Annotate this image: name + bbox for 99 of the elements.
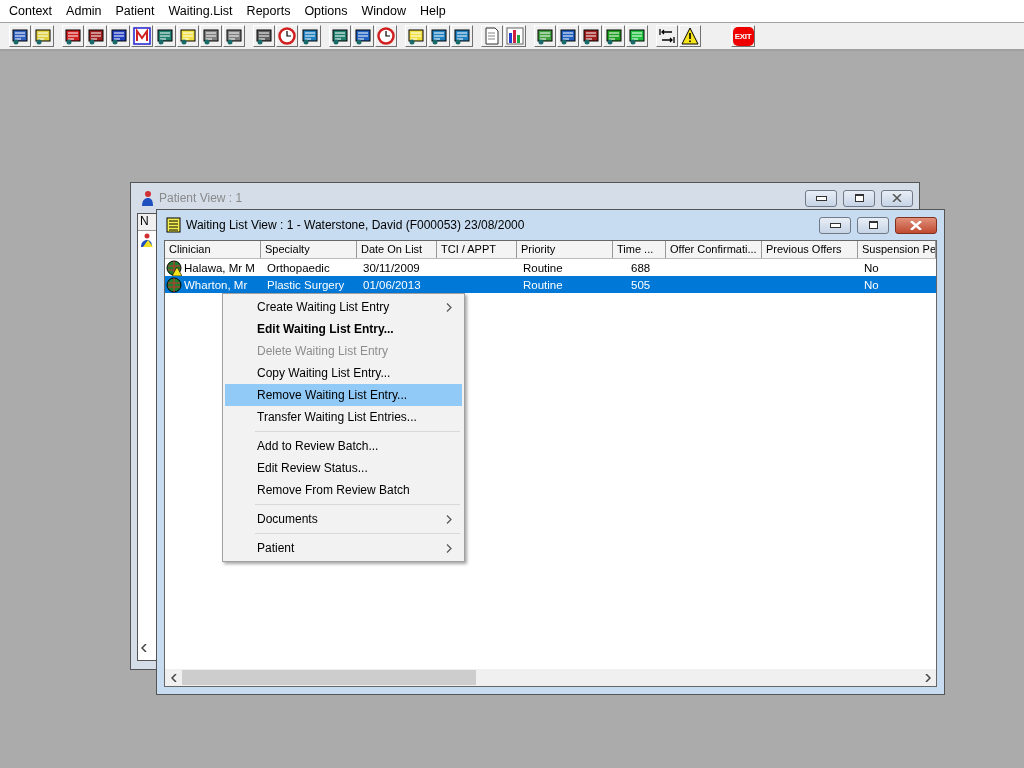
form-icon (407, 27, 425, 45)
form-icon (110, 27, 128, 45)
menu-item[interactable]: Add to Review Batch... (225, 435, 462, 457)
toolbar-button[interactable] (299, 25, 321, 47)
swap-arrows-icon (658, 27, 676, 45)
form-icon (559, 27, 577, 45)
menu-item[interactable]: Copy Waiting List Entry... (225, 362, 462, 384)
table-cell: 01/06/2013 (363, 278, 421, 291)
table-cell: Plastic Surgery (267, 278, 345, 291)
form-icon (255, 27, 273, 45)
toolbar-button[interactable] (504, 25, 526, 47)
form-icon (202, 27, 220, 45)
column-header[interactable]: Time ... (613, 241, 666, 258)
menu-item[interactable]: Patient (108, 4, 162, 18)
menu-item[interactable]: Reports (239, 4, 298, 18)
table-row[interactable]: Halawa, Mr M Orthopaedic 30/11/2009 Routine 688 No (165, 259, 936, 276)
column-header[interactable]: N (138, 214, 156, 231)
table-cell: No (864, 278, 879, 291)
minimize-button[interactable] (819, 216, 851, 234)
notepad-icon (166, 217, 182, 233)
toolbar-button[interactable] (62, 25, 84, 47)
window-title: Patient View : 1 (159, 191, 243, 205)
document-icon (483, 27, 501, 45)
menu-item[interactable]: Context (2, 4, 60, 18)
clock-icon (377, 27, 395, 45)
menu-item[interactable]: Edit Waiting List Entry... (225, 318, 462, 340)
toolbar-button[interactable] (177, 25, 199, 47)
menu-item[interactable]: Patient (225, 537, 462, 559)
clock-icon (278, 27, 296, 45)
letter-m-icon (133, 27, 151, 45)
toolbar-button[interactable] (223, 25, 245, 47)
column-header[interactable]: Offer Confirmati... (666, 241, 762, 258)
menu-item[interactable]: Remove Waiting List Entry... (225, 384, 462, 406)
close-icon (910, 220, 922, 230)
form-icon (331, 27, 349, 45)
toolbar-button[interactable] (603, 25, 625, 47)
toolbar-button[interactable] (253, 25, 275, 47)
maximize-button[interactable] (843, 189, 875, 207)
column-header[interactable]: Specialty (261, 241, 357, 258)
menu-item[interactable]: Admin (59, 4, 109, 18)
form-icon (301, 27, 319, 45)
toolbar-button[interactable] (405, 25, 427, 47)
menu-item[interactable]: Waiting.List (161, 4, 240, 18)
table-row[interactable]: Wharton, Mr Plastic Surgery 01/06/2013 Routine 505 No (165, 276, 936, 293)
menu-item[interactable]: Options (297, 4, 355, 18)
maximize-button[interactable] (857, 216, 889, 234)
menu-item[interactable]: Help (412, 4, 453, 18)
table-cell: No (864, 261, 879, 274)
column-header[interactable]: TCI / APPT (437, 241, 517, 258)
minimize-button[interactable] (805, 189, 837, 207)
scrollbar-thumb[interactable] (182, 670, 476, 685)
toolbar-button[interactable] (352, 25, 374, 47)
menu-item[interactable]: Documents (225, 508, 462, 530)
form-icon (628, 27, 646, 45)
chevron-right-icon (924, 673, 931, 682)
scroll-left-button[interactable] (141, 644, 147, 652)
table-cell: Orthopaedic (267, 261, 330, 274)
table-cell: 30/11/2009 (363, 261, 420, 274)
toolbar-button[interactable] (200, 25, 222, 47)
bar-chart-icon (506, 27, 524, 45)
form-icon (179, 27, 197, 45)
exit-button[interactable]: EXIT (731, 25, 755, 47)
table-cell: 505 (631, 278, 651, 291)
table-cell: Wharton, Mr (184, 278, 248, 291)
table-cell: Routine (523, 261, 563, 274)
toolbar-button[interactable] (679, 25, 701, 47)
toolbar-button[interactable] (108, 25, 130, 47)
column-header[interactable]: Date On List (357, 241, 437, 258)
column-header[interactable]: Priority (517, 241, 613, 258)
chevron-left-icon (170, 673, 177, 682)
column-header[interactable]: Clinician (165, 241, 261, 258)
toolbar-button[interactable] (580, 25, 602, 47)
form-icon (582, 27, 600, 45)
table-cell: Halawa, Mr M (184, 261, 255, 274)
table-cell: Routine (523, 278, 563, 291)
close-button[interactable] (895, 216, 937, 234)
menu-item[interactable]: Window (354, 4, 413, 18)
toolbar-button[interactable] (656, 25, 678, 47)
toolbar-button[interactable] (85, 25, 107, 47)
column-header[interactable]: Previous Offers (762, 241, 858, 258)
form-icon (225, 27, 243, 45)
toolbar-button[interactable] (557, 25, 579, 47)
column-header[interactable]: Suspension Pe (858, 241, 936, 258)
menu-item[interactable]: Remove From Review Batch (225, 479, 462, 501)
toolbar-button[interactable] (329, 25, 351, 47)
menu-item[interactable]: Edit Review Status... (225, 457, 462, 479)
window-title: Waiting List View : 1 - Waterstone, David (F000053) 23/08/2000 (186, 218, 525, 232)
menu-item[interactable]: Transfer Waiting List Entries... (225, 406, 462, 428)
form-icon (87, 27, 105, 45)
form-icon (605, 27, 623, 45)
table-cell: 688 (631, 261, 651, 274)
chevron-left-icon (141, 644, 147, 652)
warning-icon (681, 27, 699, 45)
toolbar-button[interactable] (626, 25, 648, 47)
menu-item[interactable]: Create Waiting List Entry (225, 296, 462, 318)
form-icon (354, 27, 372, 45)
form-icon (64, 27, 82, 45)
close-button[interactable] (881, 189, 913, 207)
close-icon (892, 194, 902, 202)
